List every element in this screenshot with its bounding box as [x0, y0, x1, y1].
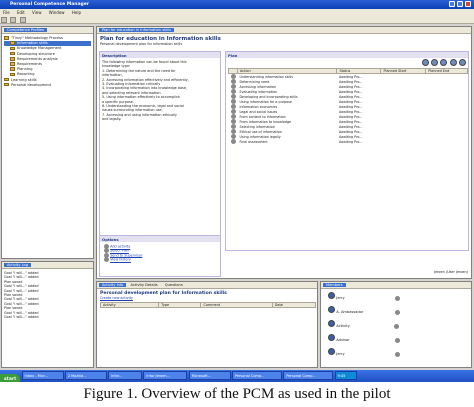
user-icon [328, 334, 335, 341]
start-button[interactable]: start [0, 374, 21, 382]
folder-icon [10, 41, 15, 45]
main-toolbar [0, 16, 474, 24]
table-cell: Final assessment [239, 139, 268, 144]
bottom-tabs: Activity Info Activity Details Questions [97, 282, 317, 289]
arrow-down-icon[interactable] [440, 59, 448, 66]
tab-activity-info[interactable]: Activity Info [99, 283, 127, 287]
user-label: Jeroen (User Jeroen) [434, 270, 468, 274]
remove-icon[interactable] [459, 59, 466, 66]
activity-log-panel: Activity Log Goal "I will..." added Goal… [1, 261, 94, 368]
menu-file[interactable]: File [3, 10, 10, 15]
status-icon [393, 323, 399, 329]
print-icon[interactable] [19, 17, 26, 23]
description-line: and legally. [102, 117, 122, 122]
taskbar-item[interactable]: Inbox - Micr... [21, 371, 64, 380]
taskbar-item[interactable]: Personal Comp... [283, 371, 334, 380]
development-plan-panel: Activity Info Activity Details Questions… [96, 281, 318, 368]
print-icon[interactable] [421, 59, 429, 66]
plan-nav-toolbar [226, 58, 468, 68]
user-icon [328, 306, 335, 313]
arrow-up-icon[interactable] [431, 59, 439, 66]
tab-questions[interactable]: Questions [162, 283, 186, 287]
description-section: Description The following information ca… [99, 51, 221, 251]
folder-icon [10, 46, 15, 51]
page-subtitle: Personal development plan for Informatio… [100, 42, 183, 46]
status-icon [395, 309, 401, 315]
clock: 9:45 [334, 371, 357, 380]
add-icon[interactable] [449, 59, 457, 66]
plan-section: Plan Action Status Planned Start Planned… [225, 51, 469, 251]
table-cell [381, 139, 426, 144]
taskbar-item[interactable]: Personal Comp... [231, 371, 282, 380]
member-row[interactable]: Jerry [327, 292, 465, 306]
table-cell: Awaiting Pro... [338, 139, 363, 144]
activity-log-tab[interactable]: Activity Log [2, 262, 93, 269]
members-panel: Members Jerry A. Ambassador Activity Adv… [320, 281, 472, 368]
user-icon [328, 292, 335, 299]
menu-bar: File Edit View Window Help [0, 9, 474, 16]
create-activity-link: Create new activity [100, 296, 133, 300]
minimize-icon[interactable] [449, 1, 455, 7]
folder-icon [4, 36, 9, 40]
folder-icon [10, 62, 15, 66]
taskbar-item[interactable]: Infor... [108, 371, 143, 380]
options-section: Options Add activity Select Plan Send to… [99, 235, 221, 277]
tab-activity-details[interactable]: Activity Details [128, 283, 161, 287]
option-link: View history [104, 257, 216, 263]
member-row[interactable]: A. Ambassador [327, 306, 465, 320]
competence-profiles-tab[interactable]: Competence Profiles [2, 27, 93, 34]
save-icon[interactable] [10, 17, 17, 23]
figure-caption: Figure 1. Overview of the PCM as used in… [83, 386, 391, 402]
members-tab[interactable]: Members [321, 282, 471, 289]
menu-edit[interactable]: Edit [17, 10, 25, 15]
taskbar-item[interactable]: Microsoft... [188, 371, 231, 380]
user-icon [328, 348, 335, 355]
new-icon[interactable] [1, 17, 7, 23]
desktop-screen: Personal Competence Manager File Edit Vi… [0, 0, 474, 382]
taskbar-item[interactable]: 2 Mozilla... [64, 371, 107, 380]
member-row[interactable]: Jerry [327, 348, 465, 362]
folder-icon [10, 67, 15, 71]
window-titlebar: Personal Competence Manager [0, 0, 474, 9]
menu-window[interactable]: Window [49, 10, 65, 15]
column-header[interactable]: Type [158, 302, 202, 309]
activity-icon [230, 139, 236, 144]
member-row[interactable]: Advisor [327, 334, 465, 348]
close-icon[interactable] [465, 1, 471, 7]
table-row[interactable]: Final assessment Awaiting Pro... [229, 139, 468, 144]
status-icon [394, 295, 400, 301]
folder-icon [10, 51, 15, 56]
maximize-icon[interactable] [457, 1, 463, 7]
status-icon [394, 337, 400, 343]
plan-editor: Plan for education in Information skills… [96, 26, 472, 279]
taskbar-item[interactable]: Infor Jeroen... [143, 371, 188, 380]
user-icon [328, 320, 335, 327]
bullet-icon [104, 257, 109, 263]
window-title: Personal Competence Manager [10, 2, 89, 7]
menu-help[interactable]: Help [72, 10, 81, 15]
competence-profiles-panel: Competence Profiles "Tinzy" Methodology … [1, 26, 94, 259]
table-cell [426, 139, 468, 144]
row-icon-cell [229, 139, 238, 144]
member-row[interactable]: Activity [327, 320, 465, 334]
menu-view[interactable]: View [32, 10, 42, 15]
folder-icon [10, 72, 15, 77]
column-header[interactable]: Activity [99, 302, 160, 309]
folder-icon [10, 57, 15, 61]
taskbar: start Inbox - Micr... 2 Mozilla... Infor… [0, 370, 474, 382]
plan-table: Action Status Planned Start Planned End … [228, 68, 468, 144]
column-header[interactable]: Date [271, 302, 317, 309]
column-header[interactable]: Comment [200, 302, 273, 309]
status-icon [394, 351, 400, 357]
tree-item[interactable]: Personal development [4, 83, 91, 88]
log-entry: Goal "I will..." added [4, 314, 39, 319]
folder-icon [4, 77, 9, 82]
plan-editor-tab[interactable]: Plan for education in Information skills [97, 27, 471, 34]
folder-icon [4, 82, 9, 87]
activity-table: Activity Type Comment Date [99, 302, 317, 309]
